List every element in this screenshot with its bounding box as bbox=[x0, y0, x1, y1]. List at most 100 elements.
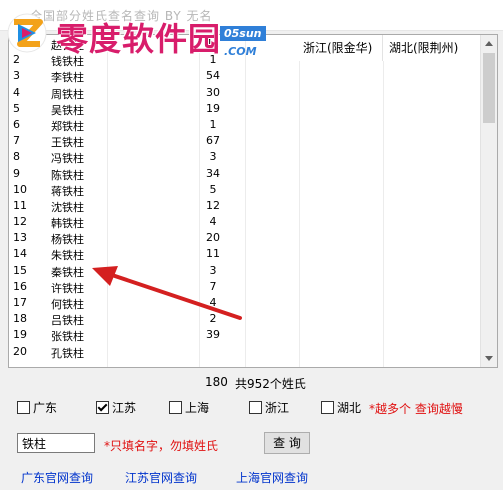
row-index: 7 bbox=[13, 134, 20, 148]
table-row[interactable]: 13 杨铁柱 20 bbox=[9, 230, 481, 246]
row-count: 3 bbox=[209, 263, 217, 277]
row-count: 3 bbox=[209, 150, 217, 164]
row-count: 4 bbox=[209, 215, 217, 229]
row-name: 吴铁柱 bbox=[51, 103, 84, 117]
row-name: 秦铁柱 bbox=[51, 265, 84, 279]
row-name: 李铁柱 bbox=[51, 71, 84, 85]
row-count: 30 bbox=[206, 85, 220, 99]
logo-text: 零度软件园 bbox=[56, 20, 222, 58]
checkbox-jiangsu[interactable]: 江苏 bbox=[96, 399, 136, 416]
table-row[interactable]: 6 郑铁柱 1 bbox=[9, 117, 481, 133]
row-name: 韩铁柱 bbox=[51, 217, 84, 231]
table-row[interactable]: 9 陈铁柱 34 bbox=[9, 166, 481, 182]
table-row[interactable]: 15 秦铁柱 3 bbox=[9, 263, 481, 279]
row-count: 12 bbox=[206, 198, 220, 212]
row-name: 陈铁柱 bbox=[51, 168, 84, 182]
row-count: 54 bbox=[206, 69, 220, 83]
row-count: 5 bbox=[209, 182, 217, 196]
row-name: 周铁柱 bbox=[51, 87, 84, 101]
table-row[interactable]: 7 王铁柱 67 bbox=[9, 133, 481, 149]
table-row[interactable]: 16 许铁柱 7 bbox=[9, 279, 481, 295]
column-header-zhejiang[interactable]: 浙江(限金华) bbox=[297, 35, 383, 61]
scroll-up-icon[interactable] bbox=[485, 41, 493, 46]
row-count: 7 bbox=[209, 279, 217, 293]
row-index: 14 bbox=[13, 247, 27, 261]
row-name: 许铁柱 bbox=[51, 281, 84, 295]
shanghai-official-link[interactable]: 上海官网查询 bbox=[236, 469, 308, 486]
table-row[interactable]: 3 李铁柱 54 bbox=[9, 68, 481, 84]
checkbox-label: 上海 bbox=[185, 401, 210, 415]
surname-total: 共952个姓氏 bbox=[235, 377, 306, 391]
row-index: 3 bbox=[13, 69, 20, 83]
row-index: 5 bbox=[13, 101, 20, 115]
logo-tag-bottom: .COM bbox=[224, 45, 257, 58]
row-index: 17 bbox=[13, 296, 27, 309]
row-name: 沈铁柱 bbox=[51, 200, 84, 214]
row-index: 11 bbox=[13, 198, 27, 212]
vertical-scrollbar[interactable] bbox=[480, 35, 497, 367]
table-row[interactable]: 11 沈铁柱 12 bbox=[9, 198, 481, 214]
result-count: 180 bbox=[205, 375, 228, 389]
row-index: 18 bbox=[13, 312, 27, 326]
checkbox-box[interactable] bbox=[249, 401, 262, 414]
checkbox-box[interactable] bbox=[321, 401, 334, 414]
row-name: 张铁柱 bbox=[51, 330, 84, 344]
results-table[interactable]: 1赵铁柱112钱铁柱13李铁柱544周铁柱305吴铁柱196郑铁柱17王铁柱67… bbox=[8, 34, 498, 368]
watermark-logo: 零度软件园 05sun .COM bbox=[6, 4, 266, 66]
checkbox-zhejiang[interactable]: 浙江 bbox=[249, 399, 289, 416]
row-index: 15 bbox=[13, 263, 27, 277]
column-header-hubei[interactable]: 湖北(限荆州) bbox=[383, 35, 481, 61]
table-row[interactable]: 5 吴铁柱 19 bbox=[9, 101, 481, 117]
row-name: 朱铁柱 bbox=[51, 249, 84, 263]
speed-warning: *越多个 查询越慢 bbox=[369, 402, 463, 416]
table-row[interactable]: 12 韩铁柱 4 bbox=[9, 214, 481, 230]
row-count: 67 bbox=[206, 134, 220, 148]
checkbox-shanghai[interactable]: 上海 bbox=[169, 399, 209, 416]
checkbox-box[interactable] bbox=[96, 401, 109, 414]
table-row[interactable]: 4 周铁柱 30 bbox=[9, 85, 481, 101]
logo-badge-icon bbox=[7, 13, 47, 53]
row-count: 4 bbox=[209, 296, 217, 309]
table-row[interactable]: 20 孔铁柱 bbox=[9, 344, 481, 360]
table-row[interactable]: 18 吕铁柱 2 bbox=[9, 311, 481, 327]
row-name: 王铁柱 bbox=[51, 136, 84, 150]
input-hint: *只填名字，勿填姓氏 bbox=[104, 439, 219, 453]
row-index: 12 bbox=[13, 215, 27, 229]
table-row[interactable]: 10 蒋铁柱 5 bbox=[9, 182, 481, 198]
row-count: 11 bbox=[206, 247, 220, 261]
row-name: 郑铁柱 bbox=[51, 119, 84, 133]
guangdong-official-link[interactable]: 广东官网查询 bbox=[21, 469, 93, 486]
row-index: 9 bbox=[13, 166, 20, 180]
row-name: 冯铁柱 bbox=[51, 152, 84, 166]
checkbox-hubei[interactable]: 湖北 bbox=[321, 399, 361, 416]
table-row[interactable]: 19 张铁柱 39 bbox=[9, 327, 481, 343]
checkbox-label: 浙江 bbox=[265, 401, 290, 415]
row-name: 何铁柱 bbox=[51, 298, 84, 311]
logo-tag-top: 05sun bbox=[220, 26, 266, 41]
row-index: 10 bbox=[13, 182, 27, 196]
checkbox-label: 江苏 bbox=[112, 401, 137, 415]
table-rows: 1赵铁柱112钱铁柱13李铁柱544周铁柱305吴铁柱196郑铁柱17王铁柱67… bbox=[9, 36, 481, 360]
row-count: 1 bbox=[209, 117, 217, 131]
row-count: 19 bbox=[206, 101, 220, 115]
table-row[interactable]: 17 何铁柱 4 bbox=[9, 295, 481, 311]
checkbox-label: 广东 bbox=[33, 401, 58, 415]
row-count: 20 bbox=[206, 231, 220, 245]
table-row[interactable]: 8 冯铁柱 3 bbox=[9, 149, 481, 165]
checkbox-guangdong[interactable]: 广东 bbox=[17, 399, 57, 416]
table-row[interactable]: 14 朱铁柱 11 bbox=[9, 246, 481, 262]
checkbox-box[interactable] bbox=[17, 401, 30, 414]
row-count: 2 bbox=[209, 312, 217, 326]
scroll-down-icon[interactable] bbox=[485, 356, 493, 361]
scrollbar-thumb[interactable] bbox=[483, 53, 495, 123]
row-index: 8 bbox=[13, 150, 20, 164]
checkbox-box[interactable] bbox=[169, 401, 182, 414]
row-index: 19 bbox=[13, 328, 27, 342]
row-count: 34 bbox=[206, 166, 220, 180]
checkbox-label: 湖北 bbox=[337, 401, 362, 415]
query-button[interactable]: 查 询 bbox=[264, 432, 310, 454]
jiangsu-official-link[interactable]: 江苏官网查询 bbox=[125, 469, 197, 486]
row-count: 39 bbox=[206, 328, 220, 342]
given-name-input[interactable] bbox=[17, 433, 95, 453]
row-index: 4 bbox=[13, 85, 20, 99]
